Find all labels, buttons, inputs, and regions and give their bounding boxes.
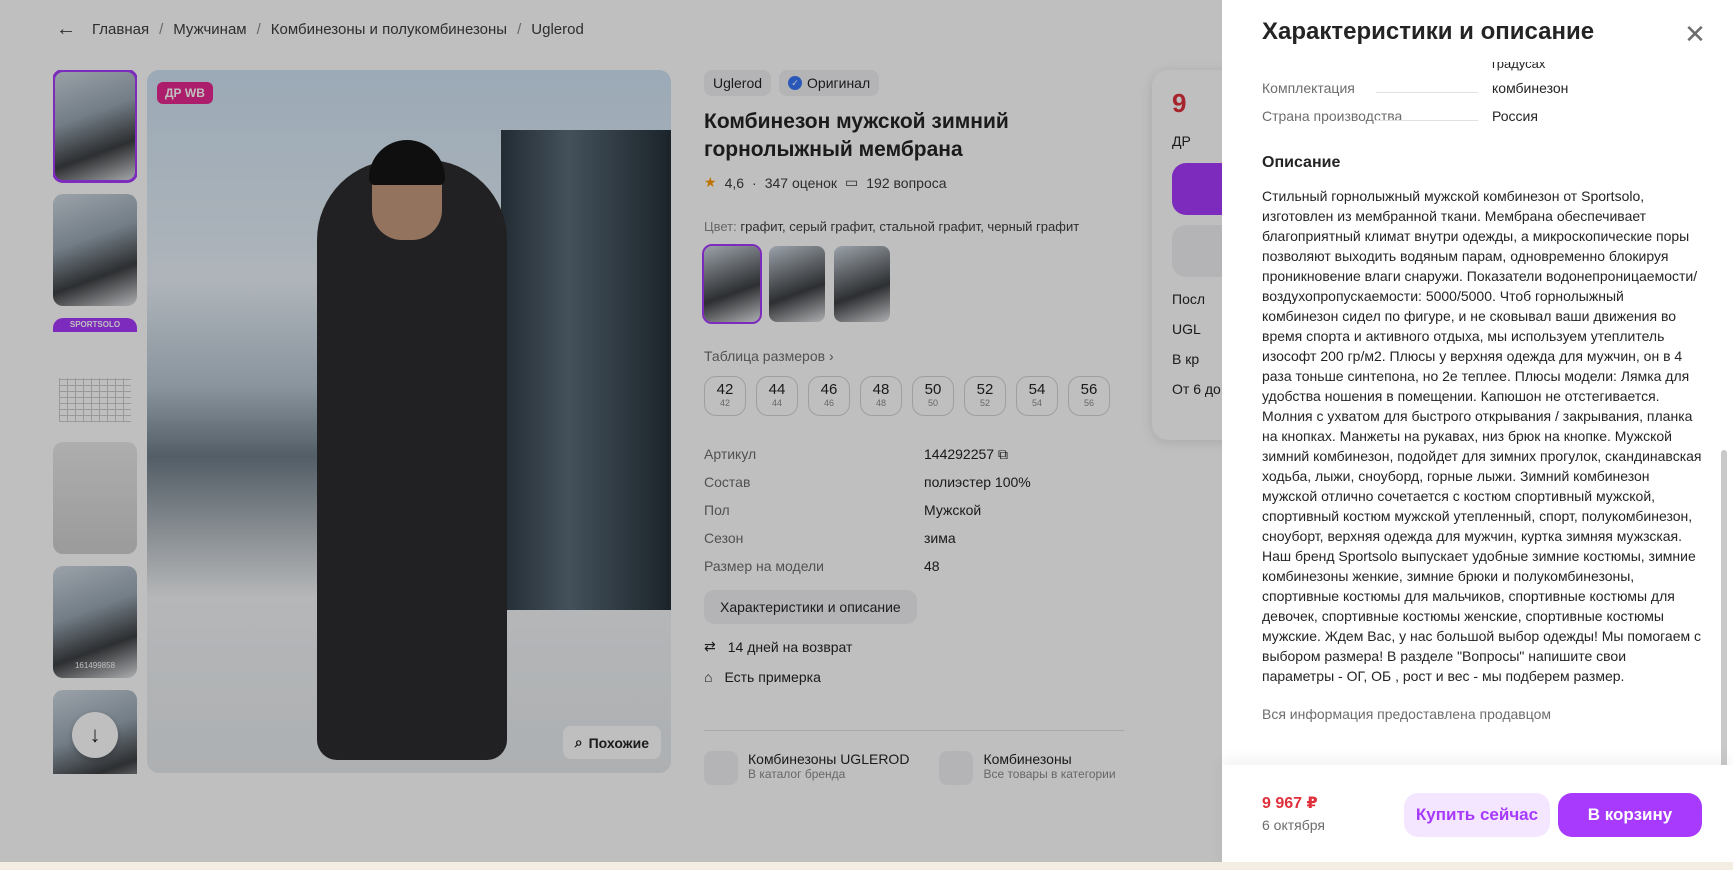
drawer-spec-value: комбинезон [1492,80,1569,96]
description-heading: Описание [1262,154,1341,171]
close-icon[interactable]: ✕ [1683,21,1707,47]
drawer-scrollbar[interactable] [1721,450,1727,770]
footer-price: 9 967 ₽ [1262,795,1318,812]
drawer-content[interactable]: градусах Комплектация комбинезон Страна … [1262,62,1702,767]
drawer-spec-key: Комплектация [1262,80,1492,96]
description-text: Стильный горнолыжный мужской комбинезон … [1262,188,1702,684]
drawer-spec-row: Комплектация комбинезон [1262,74,1702,102]
add-to-cart-button[interactable]: В корзину [1558,793,1702,837]
drawer-footer: 9 967 ₽ 6 октября Купить сейчас В корзин… [1222,765,1733,870]
drawer-title: Характеристики и описание [1262,18,1595,45]
modal-backdrop[interactable] [0,0,1222,870]
seller-note: Вся информация предоставлена продавцом [1262,706,1552,722]
buy-now-button[interactable]: Купить сейчас [1404,793,1550,837]
drawer-spec-key: Страна производства [1262,108,1492,124]
footer-delivery-date: 6 октября [1262,817,1325,833]
bottom-strip [0,862,1733,870]
drawer-spec-value: Россия [1492,108,1538,124]
drawer-spec-row: Страна производства Россия [1262,102,1702,130]
cut-off-text: градусах [1492,62,1546,71]
characteristics-drawer: Характеристики и описание ✕ градусах Ком… [1222,0,1733,870]
